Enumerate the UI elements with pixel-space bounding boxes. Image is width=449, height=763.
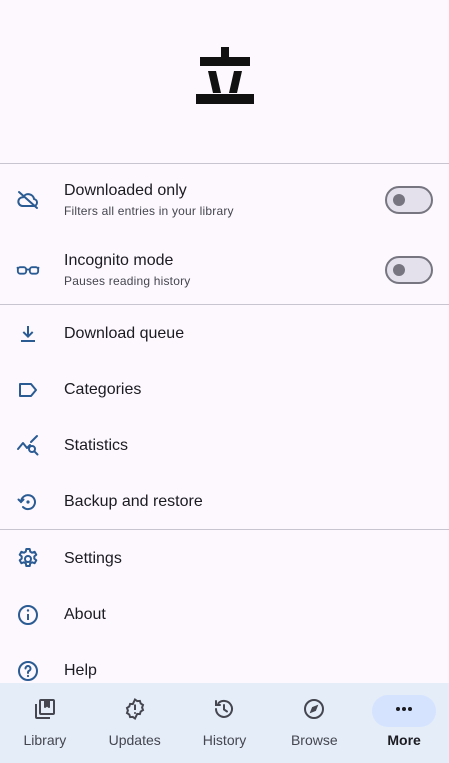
- incognito-mode-switch[interactable]: [385, 256, 433, 284]
- nav-item-updates[interactable]: Updates: [90, 683, 180, 763]
- menu-item-label: Categories: [64, 381, 142, 398]
- settings-backup-restore-icon: [16, 490, 40, 514]
- menu-item-statistics[interactable]: Statistics: [0, 418, 449, 474]
- nav-label: More: [387, 732, 421, 748]
- nav-label: Browse: [290, 732, 338, 748]
- menu-item-label: Backup and restore: [64, 493, 203, 510]
- glasses-icon: [16, 258, 40, 282]
- nav-item-history[interactable]: History: [180, 683, 270, 763]
- menu-item-label: Settings: [64, 550, 122, 567]
- incognito-mode-row[interactable]: Incognito mode Pauses reading history: [0, 240, 449, 300]
- nav-pill: [103, 695, 167, 727]
- nav-item-browse[interactable]: Browse: [269, 683, 359, 763]
- nav-label: Library: [23, 732, 67, 748]
- updates-icon: [123, 697, 147, 726]
- app-logo: [0, 0, 449, 163]
- menu-item-about[interactable]: About: [0, 587, 449, 643]
- nav-item-library[interactable]: Library: [0, 683, 90, 763]
- nav-pill: [13, 695, 77, 727]
- more-horizontal-icon: [392, 697, 416, 726]
- menu-item-download-queue[interactable]: Download queue: [0, 306, 449, 362]
- app-logo-icon: [195, 46, 254, 104]
- menu-item-label: About: [64, 606, 106, 623]
- bottom-navigation: Library Updates History Browse More: [0, 683, 449, 763]
- label-icon: [16, 378, 40, 402]
- download-icon: [16, 322, 40, 346]
- divider: [0, 304, 449, 305]
- divider: [0, 163, 449, 164]
- help-icon: [16, 659, 40, 683]
- downloaded-only-subtitle: Filters all entries in your library: [64, 204, 234, 218]
- menu-item-categories[interactable]: Categories: [0, 362, 449, 418]
- menu-item-settings[interactable]: Settings: [0, 531, 449, 587]
- incognito-mode-subtitle: Pauses reading history: [64, 274, 191, 288]
- switch-knob: [393, 194, 405, 206]
- menu-item-label: Download queue: [64, 325, 185, 342]
- info-icon: [16, 603, 40, 627]
- compass-icon: [302, 697, 326, 726]
- nav-pill: [282, 695, 346, 727]
- downloaded-only-switch[interactable]: [385, 186, 433, 214]
- downloaded-only-row[interactable]: Downloaded only Filters all entries in y…: [0, 170, 449, 230]
- gear-icon: [16, 547, 40, 571]
- cloud-off-icon: [16, 188, 40, 212]
- nav-item-more[interactable]: More: [359, 683, 449, 763]
- menu-item-label: Statistics: [64, 437, 129, 454]
- switch-knob: [393, 264, 405, 276]
- nav-label: History: [202, 732, 247, 748]
- divider: [0, 529, 449, 530]
- query-stats-icon: [16, 434, 40, 458]
- library-icon: [33, 697, 57, 726]
- incognito-mode-title: Incognito mode: [64, 252, 174, 269]
- menu-item-label: Help: [64, 662, 97, 679]
- nav-pill: [192, 695, 256, 727]
- downloaded-only-title: Downloaded only: [64, 182, 187, 199]
- history-icon: [212, 697, 236, 726]
- nav-label: Updates: [108, 732, 161, 748]
- nav-pill: [372, 695, 437, 727]
- menu-item-backup-restore[interactable]: Backup and restore: [0, 474, 449, 530]
